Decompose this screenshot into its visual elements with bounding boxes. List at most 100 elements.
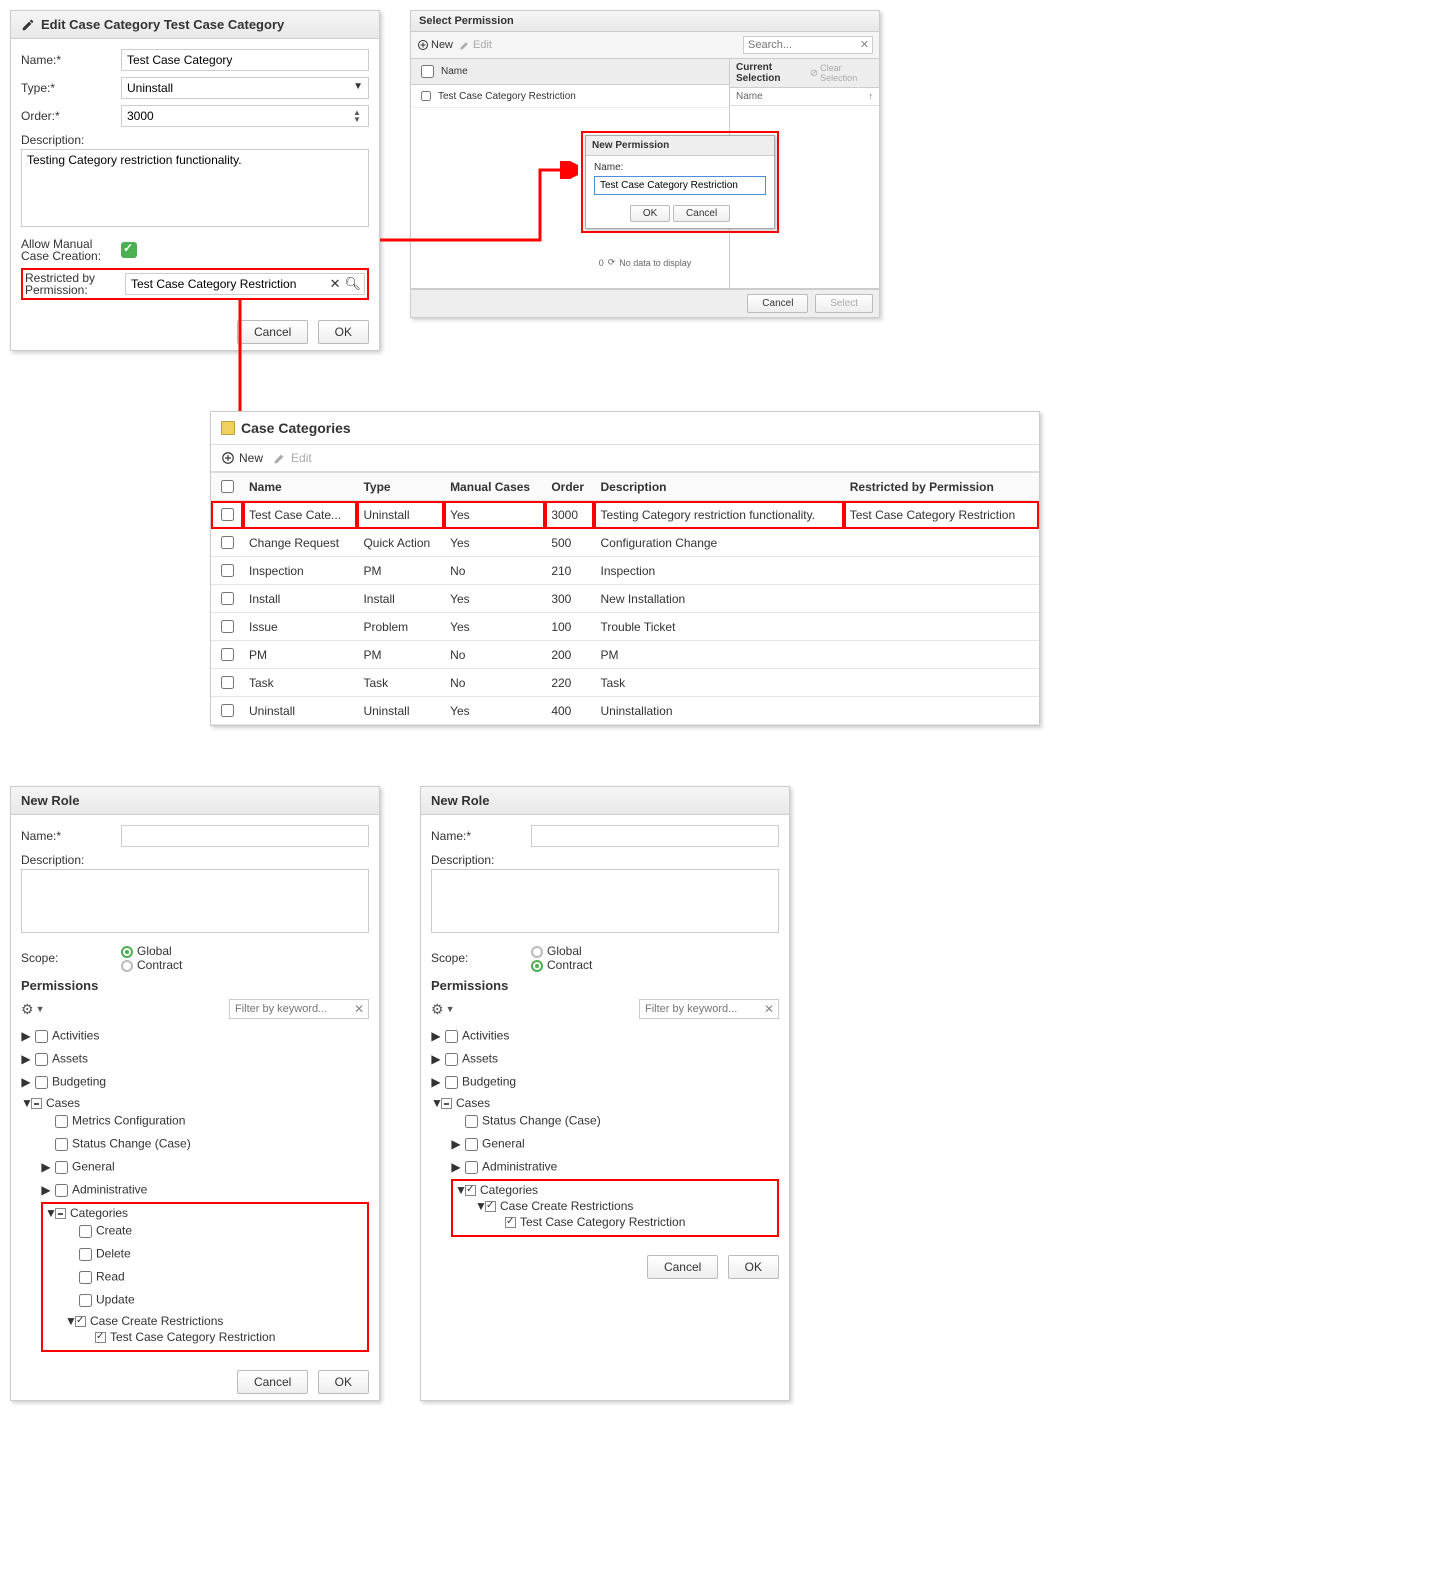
role-name-input[interactable] (121, 825, 369, 847)
perm-general[interactable] (465, 1138, 478, 1151)
cancel-button[interactable]: Cancel (237, 320, 308, 344)
clear-search-icon[interactable]: ✕ (860, 38, 869, 51)
row-checkbox[interactable] (221, 704, 234, 717)
perm-general[interactable] (55, 1161, 68, 1174)
permissions-filter[interactable] (639, 999, 779, 1019)
col-order[interactable]: Order (545, 473, 594, 501)
sort-icon[interactable]: ↑ (869, 91, 874, 102)
clear-icon[interactable]: ✕ (330, 276, 341, 292)
filter-clear-icon[interactable]: ✕ (764, 1002, 774, 1016)
row-checkbox[interactable] (221, 592, 234, 605)
col-perm[interactable]: Restricted by Permission (844, 473, 1039, 501)
select-all-rows[interactable] (221, 480, 234, 493)
perm-categories[interactable] (55, 1208, 66, 1219)
col-type[interactable]: Type (357, 473, 444, 501)
perm-ccr[interactable] (485, 1201, 496, 1212)
scope-contract-radio[interactable] (531, 960, 543, 972)
chevron-down-icon[interactable]: ▼ (353, 81, 363, 92)
table-row[interactable]: PMPMNo200PM (211, 641, 1039, 669)
role-name-input[interactable] (531, 825, 779, 847)
ok-button[interactable]: OK (318, 320, 369, 344)
scope-contract-radio[interactable] (121, 960, 133, 972)
perm-status[interactable] (465, 1115, 478, 1128)
perm-tccr[interactable] (505, 1217, 516, 1228)
new-button[interactable]: New (417, 39, 453, 51)
permissions-filter[interactable] (229, 999, 369, 1019)
role-cancel-button[interactable]: Cancel (237, 1370, 308, 1394)
perm-status[interactable] (55, 1138, 68, 1151)
new-permission-cancel[interactable]: Cancel (673, 205, 730, 222)
row-checkbox[interactable] (221, 620, 234, 633)
role-name-label: Name: (21, 829, 121, 843)
name-input[interactable] (121, 49, 369, 71)
role-name-label: Name: (431, 829, 531, 843)
gear-icon[interactable]: ⚙▼ (431, 1001, 454, 1018)
cancel-button[interactable]: Cancel (747, 294, 808, 313)
type-select[interactable] (121, 77, 369, 99)
perm-activities[interactable] (35, 1030, 48, 1043)
perm-admin[interactable] (55, 1184, 68, 1197)
spinner-buttons[interactable]: ▲▼ (353, 105, 367, 127)
new-permission-name-input[interactable] (594, 176, 766, 195)
perm-budgeting[interactable] (35, 1076, 48, 1089)
row-checkbox[interactable] (221, 564, 234, 577)
perm-update[interactable] (79, 1294, 92, 1307)
role-ok-button[interactable]: OK (728, 1255, 779, 1279)
perm-assets[interactable] (35, 1053, 48, 1066)
row-checkbox[interactable] (221, 536, 234, 549)
clear-selection-button[interactable]: ⊘ Clear Selection (810, 63, 873, 83)
select-permission-dialog: Select Permission New Edit ✕ Name (410, 10, 880, 318)
col-desc[interactable]: Description (594, 473, 843, 501)
permissions-tree: ▶Activities ▶Assets ▶Budgeting ▼Cases Me… (21, 1025, 369, 1354)
allow-manual-checkbox[interactable] (121, 242, 137, 258)
col-manual[interactable]: Manual Cases (444, 473, 545, 501)
role-cancel-button[interactable]: Cancel (647, 1255, 718, 1279)
grid-new-button[interactable]: New (221, 451, 263, 465)
perm-admin[interactable] (465, 1161, 478, 1174)
role-desc-textarea[interactable] (21, 869, 369, 933)
refresh-icon[interactable]: ⟳ (608, 257, 616, 268)
categories-icon (221, 421, 235, 435)
col-name[interactable]: Name (243, 473, 357, 501)
row-checkbox[interactable] (221, 676, 234, 689)
table-row[interactable]: InspectionPMNo210Inspection (211, 557, 1039, 585)
role-desc-textarea[interactable] (431, 869, 779, 933)
perm-categories[interactable] (465, 1185, 476, 1196)
row-checkbox[interactable] (221, 648, 234, 661)
perm-budgeting[interactable] (445, 1076, 458, 1089)
grid-edit-button: Edit (273, 451, 312, 465)
selection-name-header: Name (736, 91, 763, 102)
filter-clear-icon[interactable]: ✕ (354, 1002, 364, 1016)
perm-assets[interactable] (445, 1053, 458, 1066)
table-row[interactable]: Change RequestQuick ActionYes500Configur… (211, 529, 1039, 557)
permission-row-checkbox[interactable] (421, 91, 431, 101)
perm-activities[interactable] (445, 1030, 458, 1043)
new-permission-ok[interactable]: OK (630, 205, 670, 222)
table-row[interactable]: UninstallUninstallYes400Uninstallation (211, 697, 1039, 725)
scope-global-radio[interactable] (531, 946, 543, 958)
perm-cases[interactable] (441, 1098, 452, 1109)
role-scope-label: Scope: (431, 951, 531, 965)
order-input[interactable] (121, 105, 369, 127)
perm-create[interactable] (79, 1225, 92, 1238)
perm-delete[interactable] (79, 1248, 92, 1261)
perm-cases[interactable] (31, 1098, 42, 1109)
search-icon[interactable]: 🔍︎ (344, 276, 361, 292)
table-row[interactable]: IssueProblemYes100Trouble Ticket (211, 613, 1039, 641)
permission-row[interactable]: Test Case Category Restriction (411, 85, 729, 108)
gear-icon[interactable]: ⚙▼ (21, 1001, 44, 1018)
perm-metrics[interactable] (55, 1115, 68, 1128)
name-column-header: Name (441, 66, 468, 77)
role-ok-button[interactable]: OK (318, 1370, 369, 1394)
perm-ccr[interactable] (75, 1316, 86, 1327)
table-row[interactable]: InstallInstallYes300New Installation (211, 585, 1039, 613)
description-textarea[interactable]: Testing Category restriction functionali… (21, 149, 369, 227)
select-all-checkbox[interactable] (421, 65, 434, 78)
perm-tccr[interactable] (95, 1332, 106, 1343)
search-input[interactable] (743, 36, 873, 54)
table-row[interactable]: TaskTaskNo220Task (211, 669, 1039, 697)
scope-global-radio[interactable] (121, 946, 133, 958)
perm-read[interactable] (79, 1271, 92, 1284)
row-checkbox[interactable] (221, 508, 234, 521)
table-row[interactable]: Test Case Cate...UninstallYes3000Testing… (211, 501, 1039, 529)
